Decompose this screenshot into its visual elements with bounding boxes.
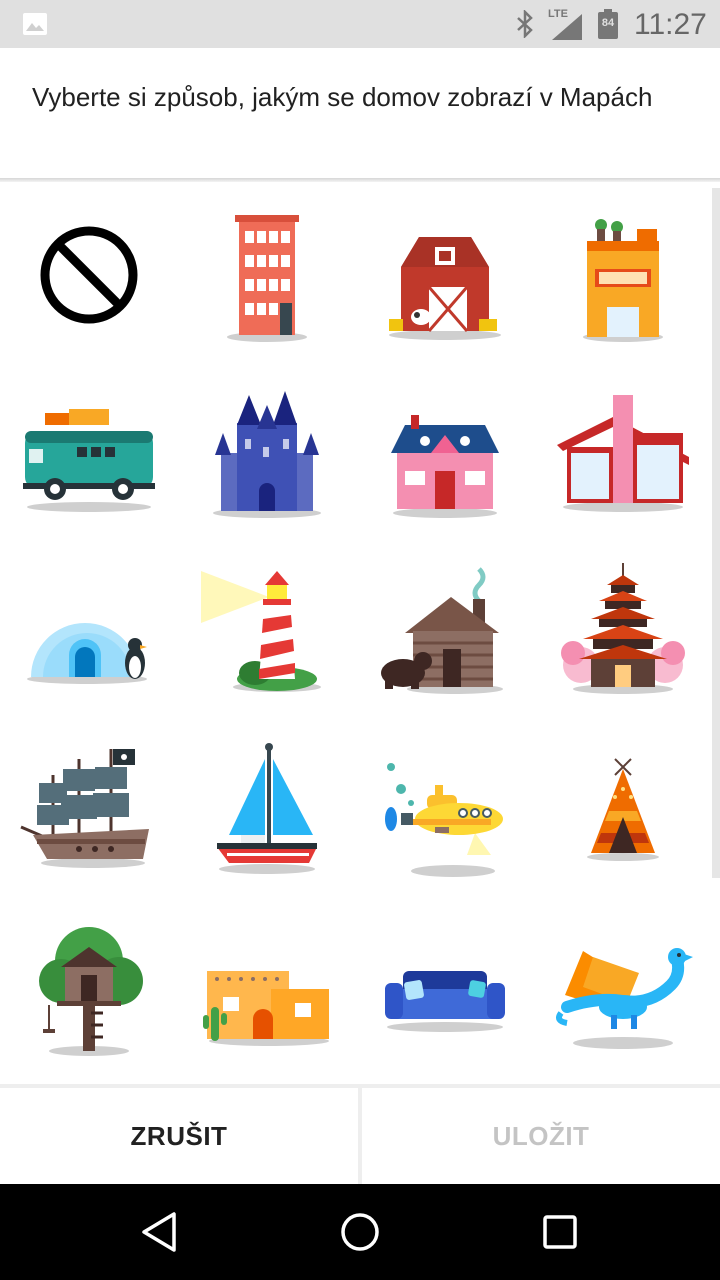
igloo-icon[interactable] [0,542,178,720]
status-bar: LTE 84 11:27 [0,0,720,48]
battery-level: 84 [601,17,615,29]
sailboat-icon[interactable] [178,720,356,898]
treehouse-icon[interactable] [0,898,178,1076]
title-divider [0,178,720,182]
image-icon [23,13,47,35]
rooftop-garden-building-icon[interactable] [534,186,712,364]
teepee-icon[interactable] [534,720,712,898]
recents-icon[interactable] [528,1200,592,1264]
couch-icon[interactable] [356,898,534,1076]
cottage-icon[interactable] [356,364,534,542]
adobe-house-icon[interactable] [178,898,356,1076]
dialog-buttons: ZRUŠIT ULOŽIT [0,1084,720,1184]
save-button[interactable]: ULOŽIT [362,1088,720,1184]
signal-icon [552,14,582,40]
log-cabin-icon[interactable] [356,542,534,720]
apartment-building-icon[interactable] [178,186,356,364]
dragon-icon[interactable] [534,898,712,1076]
clock: 11:27 [634,8,707,41]
cancel-button[interactable]: ZRUŠIT [0,1088,358,1184]
castle-icon[interactable] [178,364,356,542]
barn-icon[interactable] [356,186,534,364]
pirate-ship-icon[interactable] [0,720,178,898]
icon-grid [0,186,712,1081]
scrollbar[interactable] [712,188,720,878]
back-icon[interactable] [128,1200,192,1264]
dialog-title: Vyberte si způsob, jakým se domov zobraz… [32,82,653,112]
submarine-icon[interactable] [356,720,534,898]
home-icon[interactable] [328,1200,392,1264]
bluetooth-icon [517,10,533,38]
pagoda-icon[interactable] [534,542,712,720]
lighthouse-icon[interactable] [178,542,356,720]
navigation-bar [0,1184,720,1280]
modern-house-icon[interactable] [534,364,712,542]
none-icon[interactable] [0,186,178,364]
camper-van-icon[interactable] [0,364,178,542]
